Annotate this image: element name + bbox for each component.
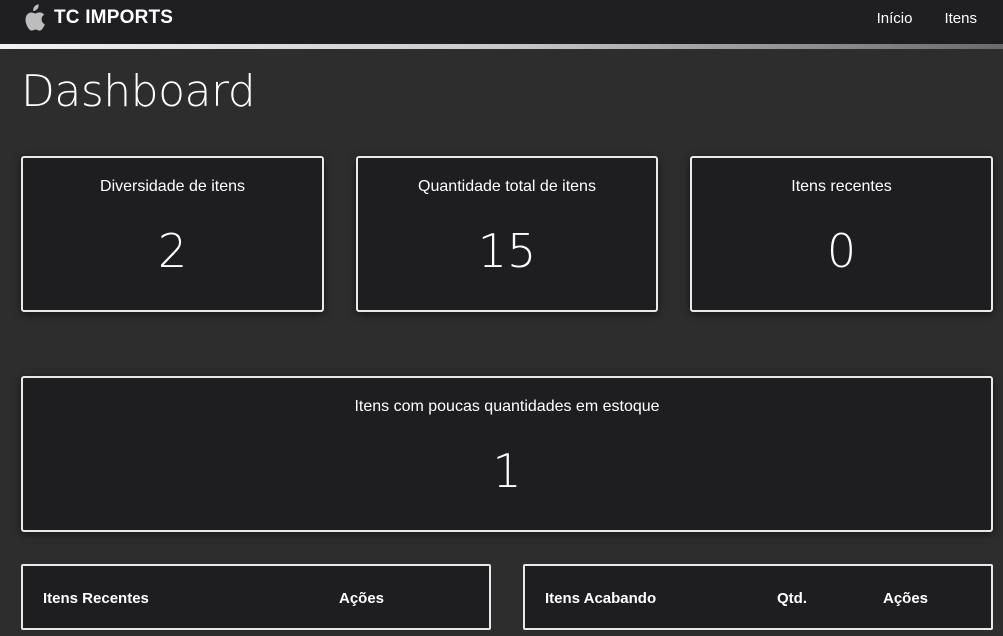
brand-name: TC IMPORTS xyxy=(54,7,174,28)
table-header-recent-items: Itens Recentes xyxy=(43,590,149,607)
stat-value: 15 xyxy=(477,224,537,278)
table-header-actions: Ações xyxy=(339,590,385,607)
stat-card-diversity: Diversidade de itens 2 xyxy=(21,156,324,312)
table-header-actions: Ações xyxy=(883,590,929,607)
stat-label: Quantidade total de itens xyxy=(418,178,596,195)
stat-card-recent-items: Itens recentes 0 xyxy=(690,156,993,312)
table-header-ending-items: Itens Acabando xyxy=(545,590,657,607)
stat-value: 2 xyxy=(157,224,188,278)
stat-value: 0 xyxy=(826,224,857,278)
stat-label: Itens com poucas quantidades em estoque xyxy=(354,398,660,415)
stat-card-total-quantity: Quantidade total de itens 15 xyxy=(356,156,658,312)
table-header-quantity: Qtd. xyxy=(777,590,807,607)
nav-link-inicio[interactable]: Início xyxy=(877,10,913,27)
stat-card-low-stock: Itens com poucas quantidades em estoque … xyxy=(21,376,993,532)
apple-icon xyxy=(20,3,46,33)
recent-items-table: Itens Recentes Ações xyxy=(21,564,491,630)
stat-value: 1 xyxy=(492,444,522,498)
nav-links: Início Itens xyxy=(877,0,977,36)
stat-label: Diversidade de itens xyxy=(100,178,245,195)
nav-link-itens[interactable]: Itens xyxy=(944,10,977,27)
page-title: Dashboard xyxy=(21,66,256,117)
brand[interactable]: TC IMPORTS xyxy=(20,0,173,36)
navbar-divider xyxy=(0,44,1003,49)
stat-label: Itens recentes xyxy=(791,178,892,195)
navbar: TC IMPORTS Início Itens xyxy=(0,0,1003,44)
ending-items-table: Itens Acabando Qtd. Ações xyxy=(523,564,993,630)
